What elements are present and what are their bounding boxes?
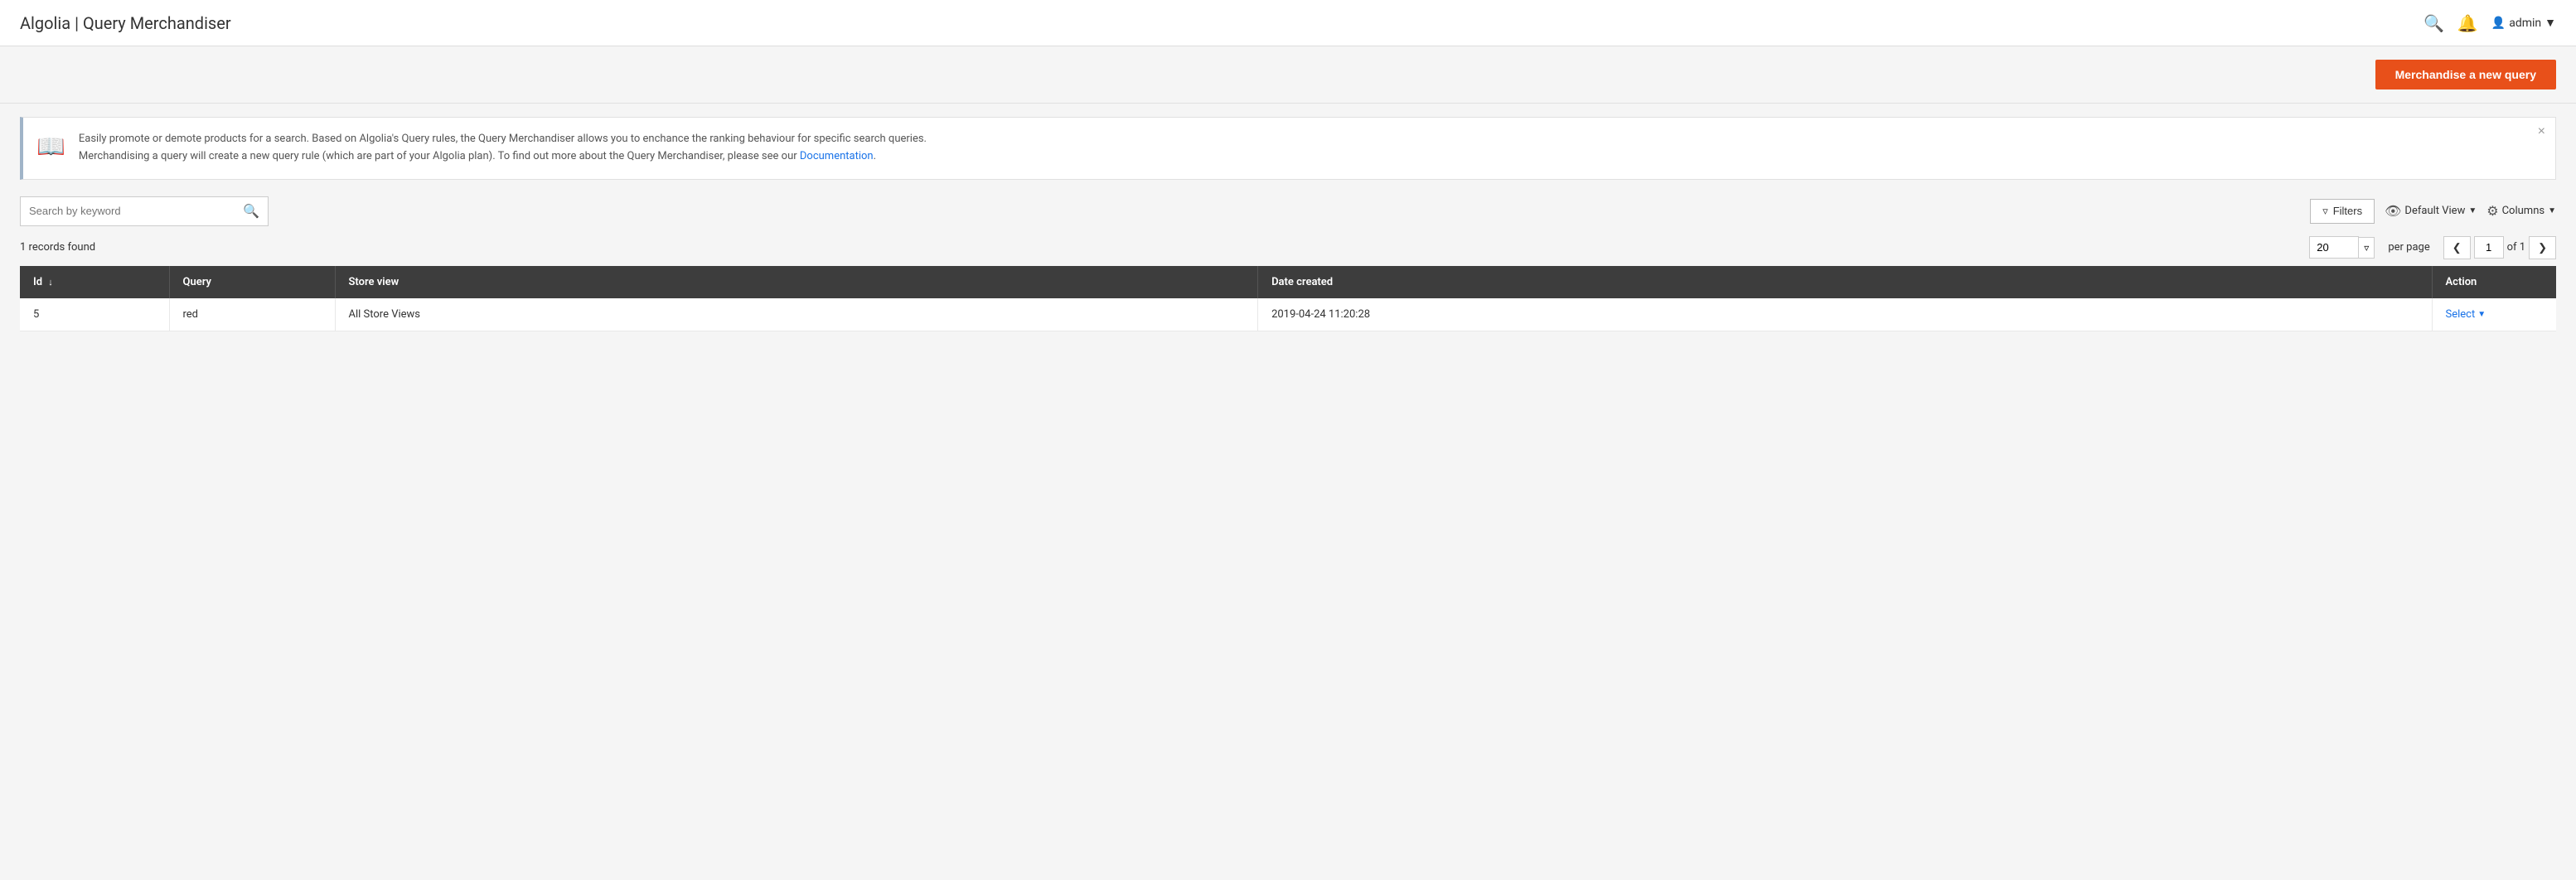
search-filter-row: 🔍 ▿ Filters 👁 Default View ▼ ⚙ Columns ▼	[20, 196, 2556, 226]
eye-icon: 👁	[2385, 203, 2401, 219]
header-actions: 🔍 🔔 👤 admin ▼	[2423, 13, 2556, 33]
merchandise-new-query-button[interactable]: Merchandise a new query	[2375, 60, 2556, 89]
search-button[interactable]: 🔍	[235, 203, 268, 220]
search-icon: 🔍	[243, 205, 259, 219]
info-banner-line1: Easily promote or demote products for a …	[79, 131, 927, 148]
search-input[interactable]	[21, 205, 235, 217]
table-row: 5 red All Store Views 2019-04-24 11:20:2…	[20, 298, 2556, 331]
search-box: 🔍	[20, 196, 269, 226]
col-header-store-view[interactable]: Store view	[335, 266, 1258, 298]
filters-button[interactable]: ▿ Filters	[2310, 199, 2375, 224]
col-header-query[interactable]: Query	[169, 266, 335, 298]
table-header-row: Id ↓ Query Store view Date created Actio…	[20, 266, 2556, 298]
book-icon: 📖	[36, 133, 65, 160]
columns-button[interactable]: ⚙ Columns ▼	[2486, 203, 2556, 219]
col-store-view-label: Store view	[349, 276, 399, 288]
user-dropdown-icon: ▼	[2545, 16, 2556, 30]
next-page-button[interactable]: ❯	[2529, 236, 2556, 259]
per-page-select: ▿	[2309, 236, 2375, 259]
cell-id: 5	[20, 298, 169, 331]
table-header: Id ↓ Query Store view Date created Actio…	[20, 266, 2556, 298]
col-date-created-label: Date created	[1271, 276, 1333, 288]
page-title: Algolia | Query Merchandiser	[20, 13, 231, 33]
view-label: Default View	[2404, 205, 2465, 217]
table-body: 5 red All Store Views 2019-04-24 11:20:2…	[20, 298, 2556, 331]
action-chevron-icon: ▼	[2477, 310, 2486, 319]
view-chevron-icon: ▼	[2468, 206, 2477, 215]
action-select-button[interactable]: Select ▼	[2446, 308, 2544, 321]
data-table: Id ↓ Query Store view Date created Actio…	[20, 266, 2556, 331]
search-icon[interactable]: 🔍	[2423, 13, 2444, 33]
bell-icon[interactable]: 🔔	[2457, 13, 2478, 33]
col-action-label: Action	[2446, 276, 2477, 288]
cell-query: red	[169, 298, 335, 331]
records-found: 1 records found	[20, 241, 95, 254]
info-banner: 📖 Easily promote or demote products for …	[20, 117, 2556, 180]
pagination-controls: ▿ per page ❮ of 1 ❯	[2309, 236, 2556, 259]
user-label: admin	[2509, 17, 2541, 30]
toolbar: Merchandise a new query	[0, 46, 2576, 104]
documentation-link[interactable]: Documentation	[800, 150, 874, 162]
per-page-input[interactable]	[2309, 236, 2359, 259]
info-banner-line2-after: .	[874, 150, 876, 162]
header: Algolia | Query Merchandiser 🔍 🔔 👤 admin…	[0, 0, 2576, 46]
page-number-input[interactable]	[2474, 236, 2504, 259]
view-toggle[interactable]: 👁 Default View ▼	[2385, 203, 2477, 219]
filters-label: Filters	[2333, 205, 2362, 217]
filter-icon: ▿	[2322, 205, 2328, 218]
info-banner-line2-before: Merchandising a query will create a new …	[79, 150, 800, 162]
gear-icon: ⚙	[2486, 203, 2498, 219]
filter-controls: ▿ Filters 👁 Default View ▼ ⚙ Columns ▼	[2310, 199, 2556, 224]
page-nav: ❮ of 1 ❯	[2443, 236, 2556, 259]
user-icon: 👤	[2491, 17, 2506, 30]
info-banner-line2: Merchandising a query will create a new …	[79, 148, 927, 166]
info-banner-text: Easily promote or demote products for a …	[79, 131, 927, 166]
columns-chevron-icon: ▼	[2548, 206, 2556, 215]
per-page-dropdown-button[interactable]: ▿	[2359, 237, 2375, 259]
cell-date-created: 2019-04-24 11:20:28	[1258, 298, 2432, 331]
col-query-label: Query	[183, 276, 211, 288]
user-menu[interactable]: 👤 admin ▼	[2491, 16, 2556, 30]
records-pagination-row: 1 records found ▿ per page ❮ of 1 ❯	[20, 236, 2556, 259]
col-id-label: Id	[33, 276, 42, 288]
col-header-date-created[interactable]: Date created	[1258, 266, 2432, 298]
col-header-id[interactable]: Id ↓	[20, 266, 169, 298]
main-content: 📖 Easily promote or demote products for …	[0, 104, 2576, 345]
prev-page-button[interactable]: ❮	[2443, 236, 2471, 259]
action-select-label: Select	[2446, 308, 2476, 321]
col-header-action[interactable]: Action	[2432, 266, 2556, 298]
cell-store-view: All Store Views	[335, 298, 1258, 331]
per-page-label: per page	[2388, 241, 2429, 254]
info-banner-close-button[interactable]: ×	[2538, 124, 2545, 139]
columns-label: Columns	[2502, 205, 2545, 217]
page-of-label: of 1	[2507, 241, 2525, 254]
sort-icon: ↓	[48, 277, 53, 288]
cell-action: Select ▼	[2432, 298, 2556, 331]
